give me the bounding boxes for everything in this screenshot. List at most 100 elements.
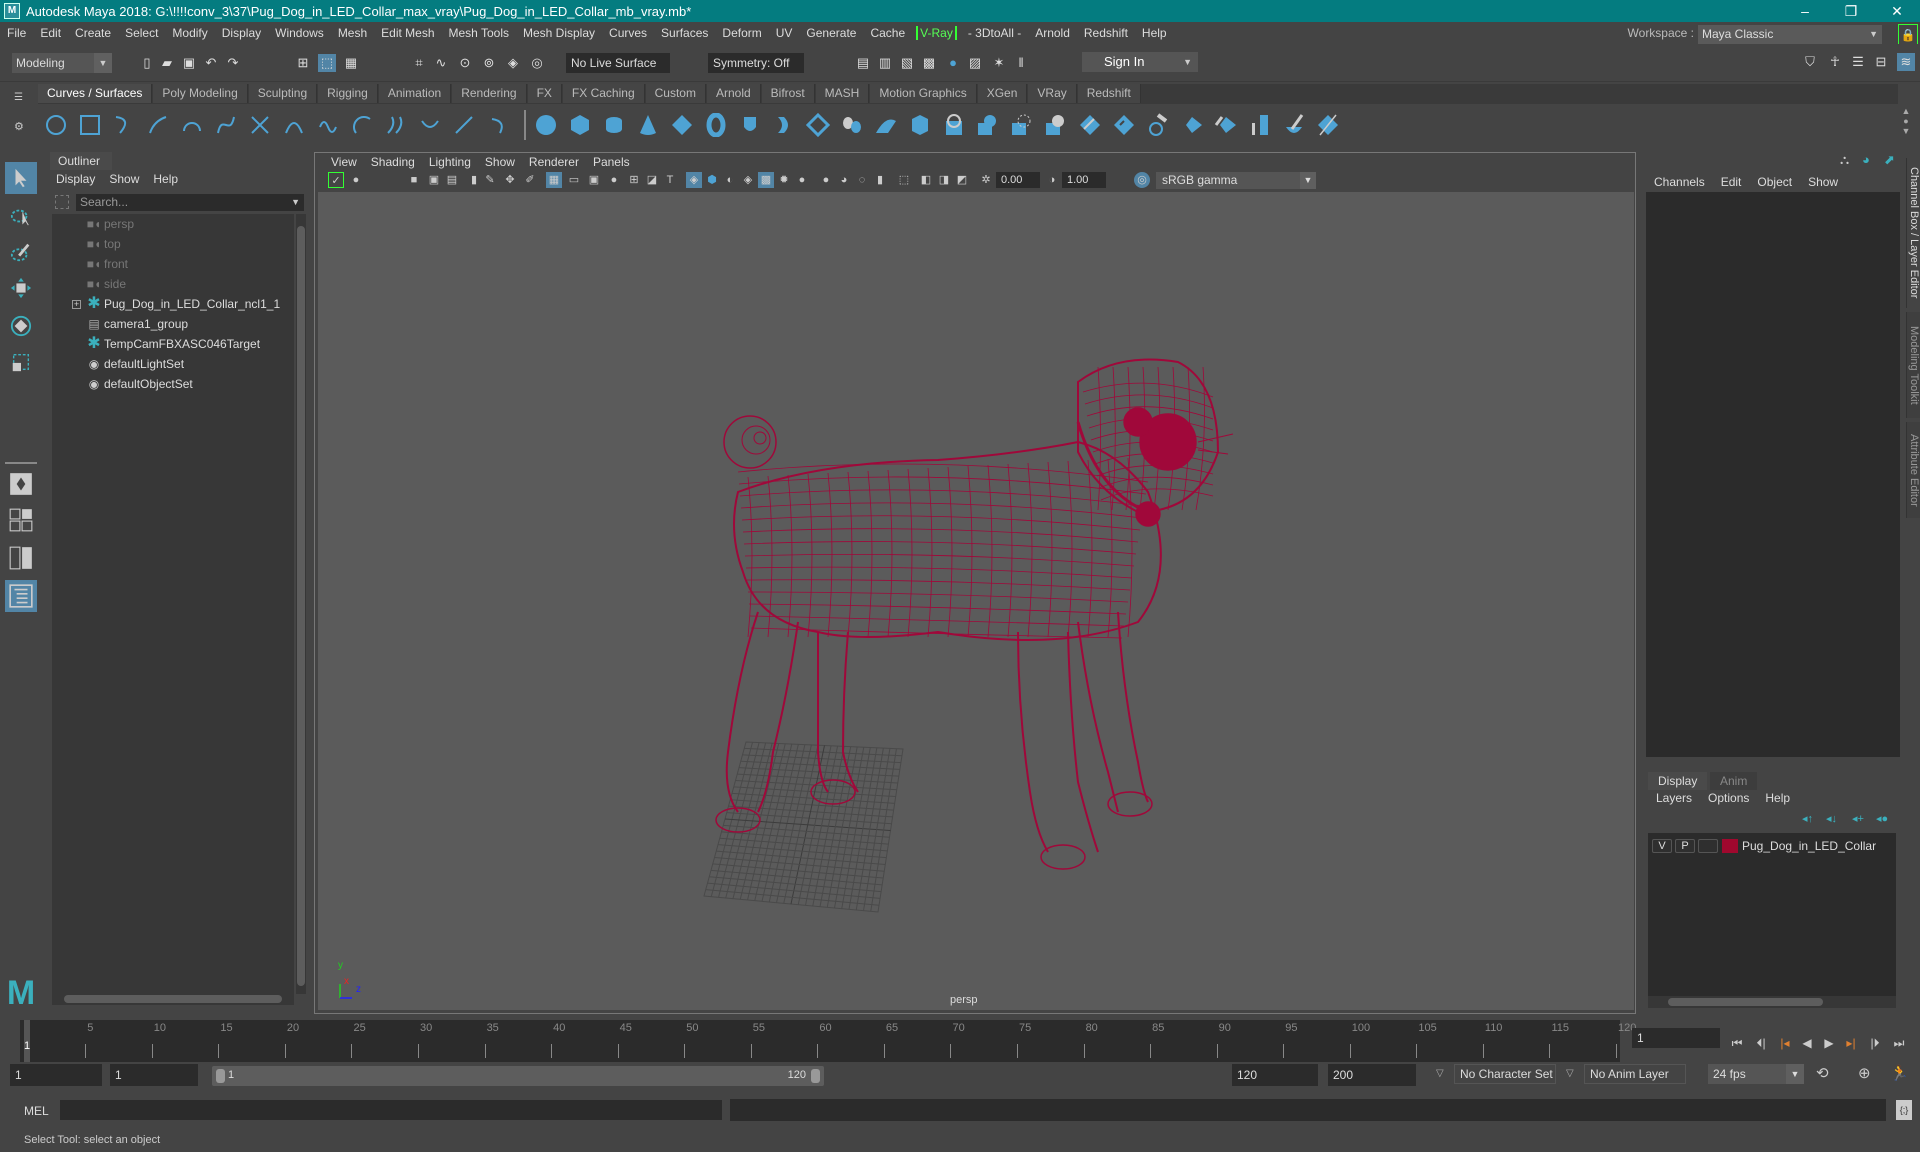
- intersect-surface-icon[interactable]: [974, 111, 1002, 139]
- new-scene-icon[interactable]: ▯: [138, 54, 156, 72]
- script-editor-icon[interactable]: {;}: [1896, 1100, 1912, 1120]
- symmetry-field[interactable]: Symmetry: Off: [708, 53, 804, 73]
- move-layer-down-icon[interactable]: ◂↓: [1826, 812, 1837, 825]
- nurbs-torus-icon[interactable]: [702, 111, 730, 139]
- color-space-select[interactable]: sRGB gamma ▼: [1156, 172, 1316, 189]
- step-back-key-icon[interactable]: ⏴|: [1752, 1034, 1770, 1052]
- side-tab-attribute-editor[interactable]: Attribute Editor: [1906, 422, 1920, 518]
- menu-uv[interactable]: UV: [769, 26, 800, 40]
- animation-preferences-icon[interactable]: 🏃: [1890, 1064, 1909, 1082]
- light-editor-icon[interactable]: ✶: [990, 54, 1008, 72]
- play-forward-icon[interactable]: ▶: [1820, 1034, 1838, 1052]
- lock-icon[interactable]: 🔒: [1898, 24, 1918, 46]
- shelf-tab-custom[interactable]: Custom: [645, 84, 706, 103]
- film-gate-icon[interactable]: ▤: [444, 172, 460, 188]
- safe-title-icon[interactable]: T: [662, 172, 678, 188]
- close-button[interactable]: ✕: [1874, 0, 1920, 22]
- menu-mesh-tools[interactable]: Mesh Tools: [442, 26, 516, 40]
- rotate-tool-icon[interactable]: [5, 310, 37, 342]
- step-forward-frame-icon[interactable]: ▸|: [1842, 1034, 1860, 1052]
- menu-file[interactable]: File: [0, 26, 33, 40]
- viewport-menu-view[interactable]: View: [324, 155, 364, 169]
- layer-horizontal-scrollbar[interactable]: [1648, 996, 1896, 1008]
- field-chart-icon[interactable]: ⊞: [626, 172, 642, 188]
- gamma-field[interactable]: 1.00: [1062, 172, 1106, 188]
- smooth-shade-icon[interactable]: ⬢: [704, 172, 720, 188]
- move-tool-icon[interactable]: [5, 272, 37, 304]
- side-tab-modeling-toolkit[interactable]: Modeling Toolkit: [1906, 312, 1920, 418]
- sculpt-surface-icon[interactable]: [1212, 111, 1240, 139]
- nurbs-cylinder-icon[interactable]: [600, 111, 628, 139]
- stitch-icon[interactable]: [1178, 111, 1206, 139]
- human-ik-icon[interactable]: ☥: [1826, 53, 1844, 71]
- scrollbar-thumb[interactable]: [64, 995, 282, 1003]
- anti-aliasing-icon[interactable]: ◌: [854, 172, 870, 188]
- channel-box-hyper-icon[interactable]: ⬈: [1884, 152, 1895, 168]
- menu-select[interactable]: Select: [118, 26, 165, 40]
- scrollbar-thumb[interactable]: [1668, 998, 1823, 1006]
- shelf-tab-rendering[interactable]: Rendering: [452, 84, 527, 103]
- shelf-tab-motion-graphics[interactable]: Motion Graphics: [870, 84, 977, 103]
- outliner-item[interactable]: + ✱ Pug_Dog_in_LED_Collar_ncl1_1: [52, 294, 292, 314]
- shadows-icon[interactable]: ●: [794, 172, 810, 188]
- layer-menu-help[interactable]: Help: [1765, 791, 1790, 805]
- snap-grid-icon[interactable]: ⌗: [410, 54, 428, 72]
- shelf-tab-arnold[interactable]: Arnold: [706, 84, 761, 103]
- shelf-tab-fx[interactable]: FX: [527, 84, 562, 103]
- birail-icon[interactable]: [872, 111, 900, 139]
- bookmark-icon[interactable]: ■: [406, 172, 422, 188]
- shelf-tab-animation[interactable]: Animation: [378, 84, 452, 103]
- loop-icon[interactable]: ⟲: [1816, 1064, 1829, 1082]
- viewport-menu-show[interactable]: Show: [478, 155, 522, 169]
- attach-curve-icon[interactable]: [314, 111, 342, 139]
- menu-3dtoall[interactable]: - 3DtoAll -: [961, 26, 1028, 40]
- go-to-start-icon[interactable]: ⏮: [1728, 1034, 1746, 1052]
- two-pane-layout-icon[interactable]: [5, 542, 37, 574]
- save-scene-icon[interactable]: ▣: [180, 54, 198, 72]
- select-component-icon[interactable]: ▦: [342, 54, 360, 72]
- film-gate-toggle-icon[interactable]: ▭: [566, 172, 582, 188]
- menu-deform[interactable]: Deform: [715, 26, 768, 40]
- hypershade-icon[interactable]: ●: [944, 54, 962, 72]
- menu-create[interactable]: Create: [68, 26, 118, 40]
- nurbs-circle-icon[interactable]: [42, 111, 70, 139]
- menu-set-select[interactable]: Modeling ▼: [12, 53, 112, 73]
- shelf-settings-icon[interactable]: ⚙: [14, 120, 24, 133]
- bezier-curve-icon[interactable]: [212, 111, 240, 139]
- outliner-item[interactable]: ■◖ side: [52, 274, 292, 294]
- render-view-icon[interactable]: ▩: [920, 54, 938, 72]
- menu-generate[interactable]: Generate: [799, 26, 863, 40]
- outliner-item[interactable]: ◉ defaultObjectSet: [52, 374, 292, 394]
- outliner-item[interactable]: ■◖ front: [52, 254, 292, 274]
- outliner-menu-show[interactable]: Show: [109, 172, 139, 186]
- range-end-handle[interactable]: [811, 1069, 820, 1083]
- nurbs-cone-icon[interactable]: [634, 111, 662, 139]
- attribute-editor-toggle-icon[interactable]: ☰: [1849, 53, 1867, 71]
- paint-effects-icon[interactable]: [1280, 111, 1308, 139]
- viewport-menu-shading[interactable]: Shading: [364, 155, 422, 169]
- outliner-item[interactable]: ▤ camera1_group: [52, 314, 292, 334]
- nurbs-square-icon[interactable]: [76, 111, 104, 139]
- outliner-vertical-scrollbar[interactable]: [296, 214, 306, 994]
- outliner-item[interactable]: ◉ defaultLightSet: [52, 354, 292, 374]
- screen-space-ao-icon[interactable]: ●: [818, 172, 834, 188]
- menu-modify[interactable]: Modify: [165, 26, 214, 40]
- move-layer-up-icon[interactable]: ◂↑: [1802, 812, 1813, 825]
- layer-tab-display[interactable]: Display: [1648, 772, 1708, 790]
- detach-curve-icon[interactable]: [348, 111, 376, 139]
- rebuild-curve-icon[interactable]: [450, 111, 478, 139]
- outliner-item[interactable]: ■◖ top: [52, 234, 292, 254]
- paint-select-tool-icon[interactable]: [5, 236, 37, 268]
- shelf-tab-curves-surfaces[interactable]: Curves / Surfaces: [38, 84, 153, 103]
- pause-viewport-icon[interactable]: ‖: [1012, 54, 1030, 72]
- anim-layer-select[interactable]: No Anim Layer: [1584, 1064, 1686, 1084]
- outliner-horizontal-scrollbar[interactable]: [52, 993, 294, 1005]
- isolate-select-icon[interactable]: ⬚: [896, 172, 912, 188]
- menu-vray[interactable]: V-Ray: [916, 26, 957, 40]
- extend-surface-icon[interactable]: [1076, 111, 1104, 139]
- arc-tool-icon[interactable]: [178, 111, 206, 139]
- menu-edit[interactable]: Edit: [33, 26, 68, 40]
- render-settings-icon[interactable]: ▤: [854, 54, 872, 72]
- sign-in-button[interactable]: Sign In: [1082, 52, 1198, 72]
- workspace-select[interactable]: Maya Classic: [1698, 25, 1882, 44]
